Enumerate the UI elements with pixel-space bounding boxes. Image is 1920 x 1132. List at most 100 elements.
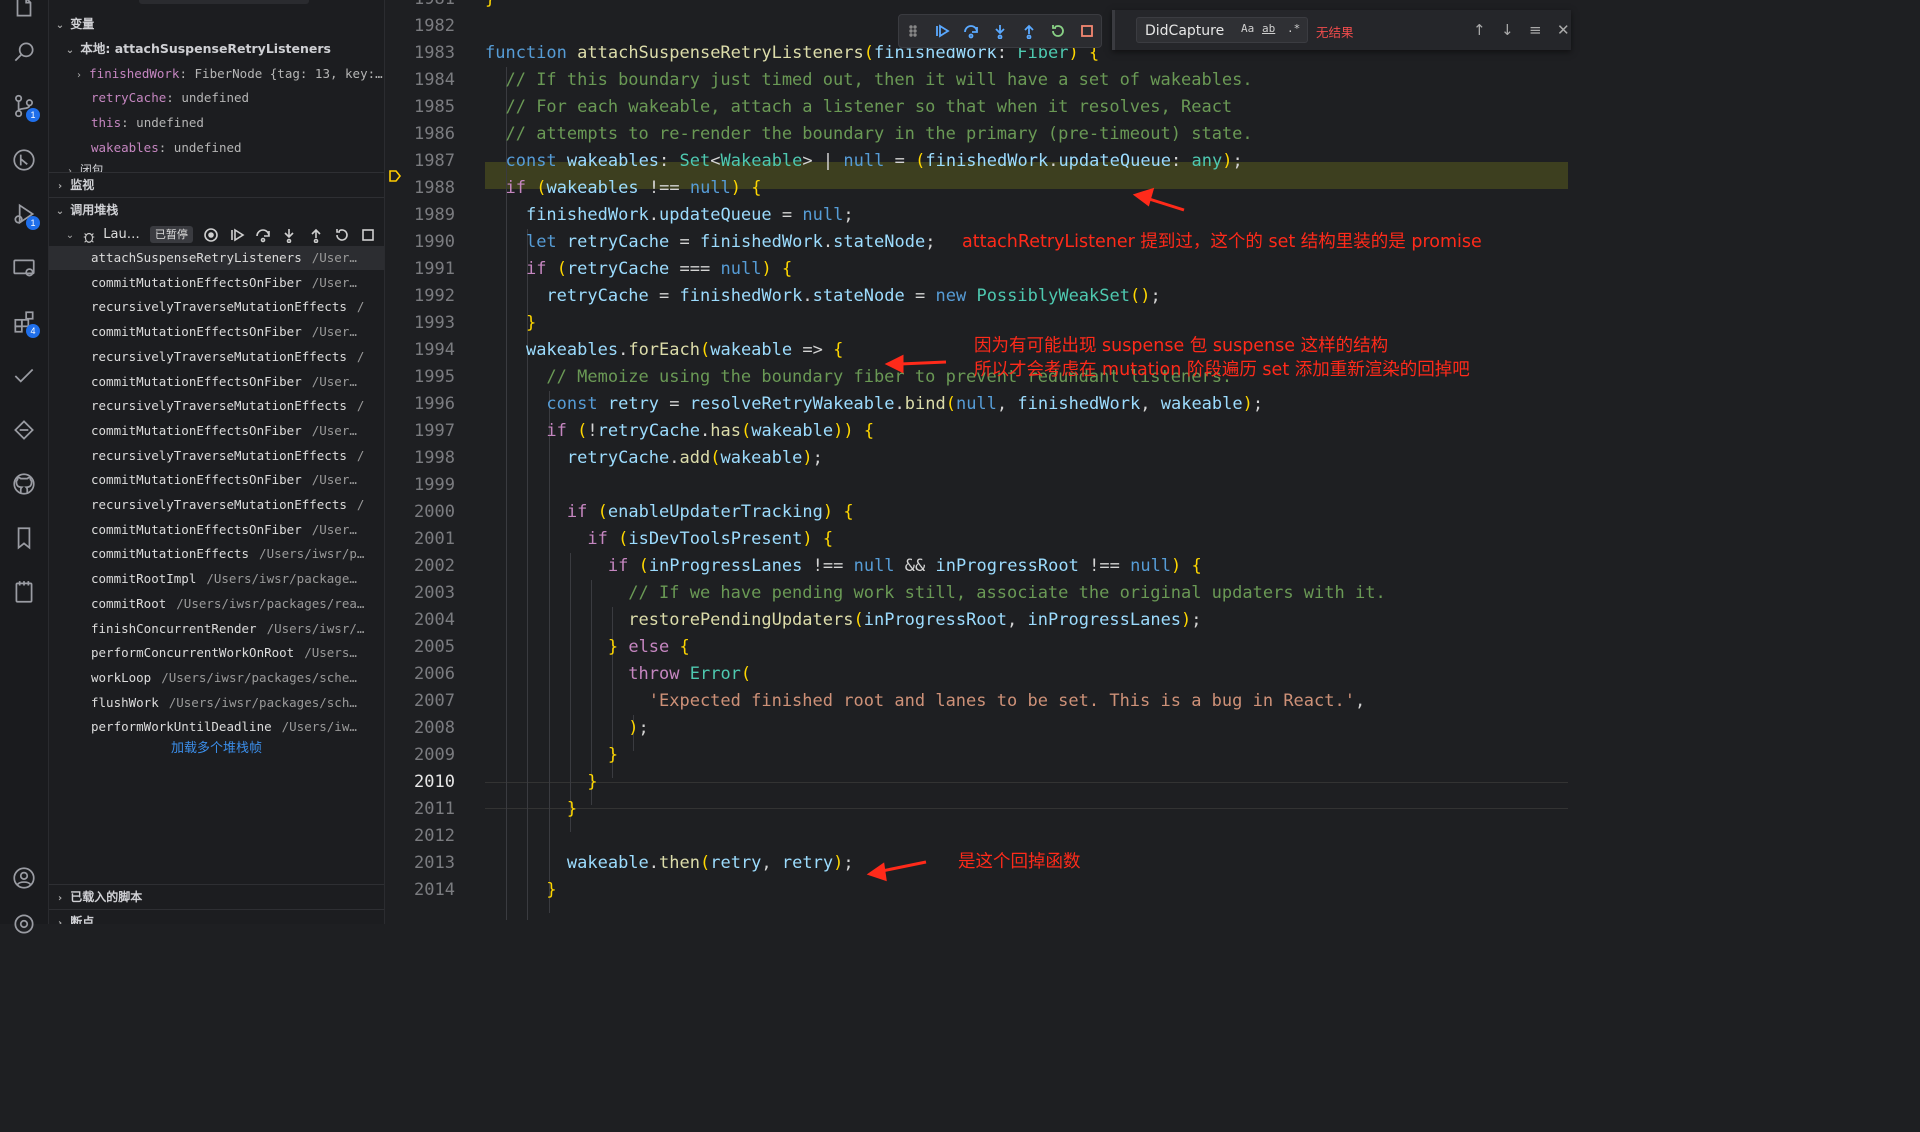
arrow-down-icon[interactable]: ↓ (1501, 21, 1514, 39)
code-line[interactable]: } (485, 769, 597, 796)
use-regex-toggle[interactable]: .* (1287, 22, 1300, 35)
code-line[interactable]: let retryCache = finishedWork.stateNode; (485, 229, 936, 256)
stop-icon[interactable] (360, 227, 376, 243)
variable-row[interactable]: this: undefined (49, 111, 384, 135)
stack-frame[interactable]: workLoop/Users/iwsr/packages/sche… (49, 666, 384, 690)
search-icon[interactable] (0, 30, 48, 74)
drag-handle-icon[interactable] (899, 15, 928, 47)
code-line[interactable]: // If this boundary just timed out, then… (485, 67, 1252, 94)
testing-icon[interactable] (0, 354, 48, 398)
explorer-icon[interactable] (0, 0, 48, 30)
continue-icon[interactable] (229, 227, 245, 243)
pause-icon[interactable] (203, 227, 219, 243)
callstack-section-header[interactable]: ⌄ 调用堆栈 (49, 198, 384, 222)
code-line[interactable]: 'Expected finished root and lanes to be … (485, 688, 1365, 715)
stack-frame[interactable]: recursivelyTraverseMutationEffects / (49, 345, 384, 369)
arrow-up-icon[interactable]: ↑ (1473, 21, 1486, 39)
account-icon[interactable] (0, 856, 48, 900)
step-over-icon[interactable] (957, 15, 986, 47)
match-whole-word-toggle[interactable]: ab (1262, 22, 1275, 35)
code-line[interactable]: finishedWork.updateQueue = null; (485, 202, 854, 229)
variable-row[interactable]: retryCache: undefined (49, 86, 384, 110)
restart-icon[interactable] (334, 227, 350, 243)
code-line[interactable]: // attempts to re-render the boundary in… (485, 121, 1252, 148)
variable-row[interactable]: wakeables: undefined (49, 136, 384, 160)
code-line[interactable]: } (485, 310, 536, 337)
code-line[interactable]: } (485, 0, 495, 13)
stack-frame[interactable]: recursivelyTraverseMutationEffects / (49, 493, 384, 517)
code-line[interactable]: wakeables.forEach(wakeable => { (485, 337, 843, 364)
code-line[interactable]: ); (485, 715, 649, 742)
stack-frame[interactable]: recursivelyTraverseMutationEffects / (49, 295, 384, 319)
code-line[interactable]: // For each wakeable, attach a listener … (485, 94, 1232, 121)
stack-frame[interactable]: finishConcurrentRender/Users/iwsr/… (49, 617, 384, 641)
extensions-icon[interactable]: 4 (0, 300, 48, 344)
code-line[interactable]: } (485, 877, 556, 904)
run-debug-icon[interactable]: 1 (0, 192, 48, 236)
debug-session-row[interactable]: ⌄ Lau… 已暂停 (49, 222, 384, 248)
stack-frame[interactable]: performWorkUntilDeadline/Users/iw… (49, 715, 384, 739)
local-scope-row[interactable]: ⌄ 本地: attachSuspenseRetryListeners (49, 37, 384, 61)
find-in-selection-icon[interactable]: ≡ (1529, 21, 1542, 39)
stack-frame[interactable]: recursivelyTraverseMutationEffects / (49, 444, 384, 468)
code-line[interactable]: } (485, 796, 577, 823)
gitlens-icon[interactable] (0, 408, 48, 452)
notebook-icon[interactable] (0, 570, 48, 614)
closure-scope-row[interactable]: › 闭包 (49, 160, 384, 172)
settings-gear-icon[interactable] (0, 902, 48, 946)
stack-frame[interactable]: performConcurrentWorkOnRoot/Users… (49, 641, 384, 665)
code-line[interactable]: throw Error( (485, 661, 751, 688)
stack-frame[interactable]: commitMutationEffectsOnFiber/User… (49, 320, 384, 344)
stack-frame[interactable]: commitMutationEffectsOnFiber/User… (49, 468, 384, 492)
code-line[interactable]: if (wakeables !== null) { (485, 175, 761, 202)
find-input[interactable]: DidCapture (1136, 17, 1308, 43)
step-into-icon[interactable] (281, 227, 297, 243)
step-into-icon[interactable] (986, 15, 1015, 47)
code-line[interactable]: if (enableUpdaterTracking) { (485, 499, 854, 526)
code-line[interactable]: // If we have pending work still, associ… (485, 580, 1385, 607)
code-line[interactable]: if (inProgressLanes !== null && inProgre… (485, 553, 1202, 580)
variable-row[interactable]: › finishedWork: FiberNode {tag: 13, key:… (49, 62, 384, 86)
code-line[interactable]: const wakeables: Set<Wakeable> | null = … (485, 148, 1242, 175)
code-line[interactable]: retryCache = finishedWork.stateNode = ne… (485, 283, 1160, 310)
match-case-toggle[interactable]: Aa (1241, 22, 1254, 35)
breakpoints-section-header[interactable]: › 断点 (49, 910, 384, 924)
code-line[interactable]: if (retryCache === null) { (485, 256, 792, 283)
stack-frame[interactable]: commitRootImpl/Users/iwsr/package… (49, 567, 384, 591)
bookmark-icon[interactable] (0, 516, 48, 560)
code-line[interactable]: retryCache.add(wakeable); (485, 445, 823, 472)
stack-frame[interactable]: commitMutationEffectsOnFiber/User… (49, 370, 384, 394)
git-graph-icon[interactable] (0, 138, 48, 182)
code-line[interactable]: if (!retryCache.has(wakeable)) { (485, 418, 874, 445)
stop-icon[interactable] (1072, 15, 1101, 47)
source-control-icon[interactable]: 1 (0, 84, 48, 128)
loaded-scripts-section-header[interactable]: › 已载入的脚本 (49, 885, 384, 909)
github-icon[interactable] (0, 462, 48, 506)
code-line[interactable]: const retry = resolveRetryWakeable.bind(… (485, 391, 1263, 418)
close-icon[interactable]: ✕ (1557, 21, 1570, 39)
stack-frame[interactable]: flushWork/Users/iwsr/packages/sch… (49, 691, 384, 715)
stack-frame[interactable]: commitMutationEffects/Users/iwsr/p… (49, 542, 384, 566)
variables-section-header[interactable]: ⌄ 变量 (49, 12, 384, 36)
stack-frame[interactable]: commitMutationEffectsOnFiber/User… (49, 419, 384, 443)
stack-frame[interactable]: commitMutationEffectsOnFiber/User… (49, 518, 384, 542)
stack-frame[interactable]: commitMutationEffectsOnFiber/User… (49, 271, 384, 295)
step-over-icon[interactable] (255, 227, 271, 243)
code-line[interactable]: restorePendingUpdaters(inProgressRoot, i… (485, 607, 1201, 634)
watch-section-header[interactable]: › 监视 (49, 173, 384, 197)
breakpoint-arrow-icon[interactable] (388, 169, 402, 183)
code-line[interactable]: } else { (485, 634, 690, 661)
step-out-icon[interactable] (308, 227, 324, 243)
continue-icon[interactable] (928, 15, 957, 47)
code-line[interactable]: if (isDevToolsPresent) { (485, 526, 833, 553)
code-line[interactable]: } (485, 742, 618, 769)
restart-icon[interactable] (1043, 15, 1072, 47)
code-line[interactable]: wakeable.then(retry, retry); (485, 850, 854, 877)
code-editor[interactable]: 1981198219831984198519861987198819891990… (385, 0, 1568, 924)
stack-frame[interactable]: commitRoot/Users/iwsr/packages/rea… (49, 592, 384, 616)
load-more-frames-link[interactable]: 加载多个堆栈帧 (49, 737, 384, 761)
remote-explorer-icon[interactable] (0, 246, 48, 290)
stack-frame[interactable]: attachSuspenseRetryListeners/User… (49, 246, 384, 270)
step-out-icon[interactable] (1014, 15, 1043, 47)
stack-frame[interactable]: recursivelyTraverseMutationEffects / (49, 394, 384, 418)
